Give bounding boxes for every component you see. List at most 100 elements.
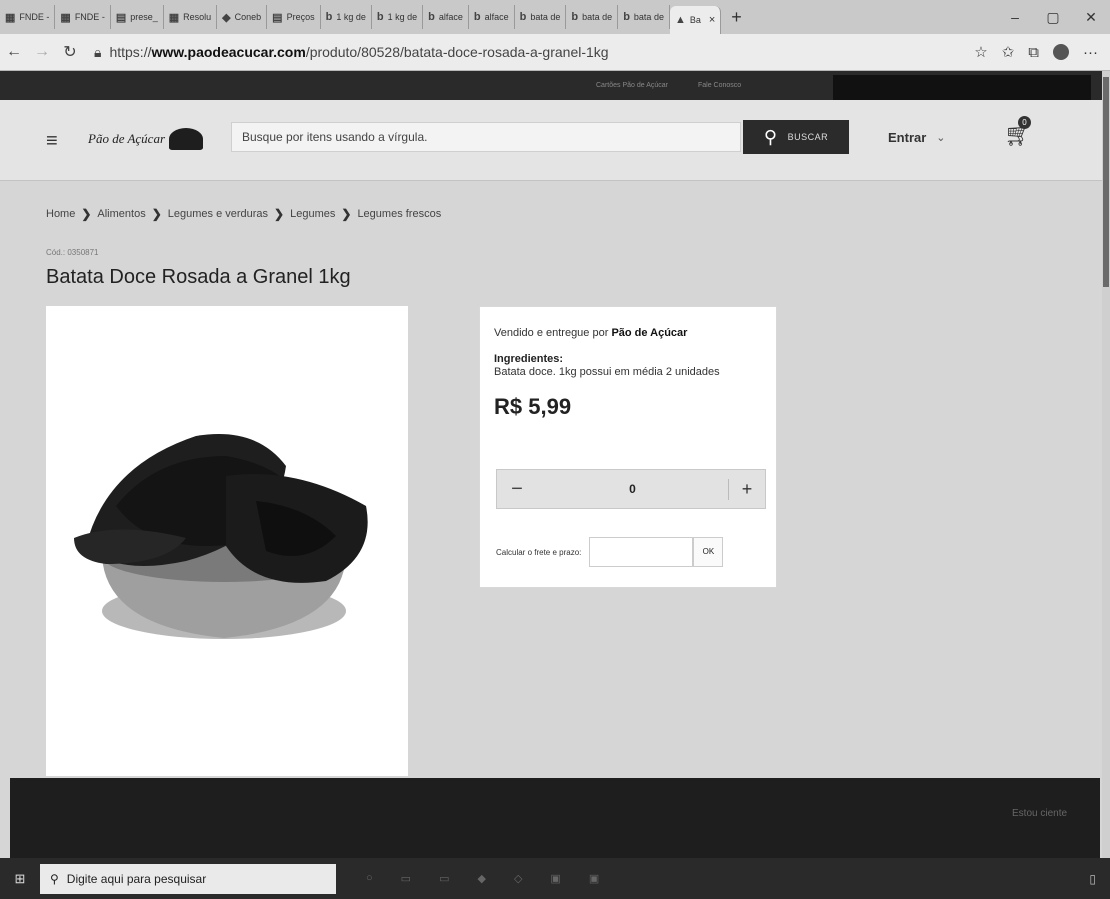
seller-info: Vendido e entregue por Pão de Açúcar <box>494 327 688 339</box>
favorites-icon[interactable]: ✩ <box>1002 43 1015 61</box>
browser-tab[interactable]: ▤ Preços <box>267 5 321 29</box>
product-code: Cód.: 0350871 <box>46 248 99 257</box>
url-host: www.paodeacucar.com <box>151 44 306 60</box>
browser-tab[interactable]: b bata de <box>566 5 619 29</box>
close-icon[interactable]: × <box>709 14 715 26</box>
bing-icon: b <box>376 11 384 23</box>
scrollbar[interactable] <box>1102 71 1110 858</box>
taskbar-search-input[interactable]: ⚲ Digite aqui para pesquisar <box>40 863 336 894</box>
ingredients-text: Batata doce. 1kg possui em média 2 unida… <box>494 366 720 378</box>
bing-icon: b <box>571 11 579 23</box>
site-top-bar: Cartões Pão de Açúcar Fale Conosco <box>0 71 1110 109</box>
tab-label: 1 kg de <box>336 12 366 22</box>
taskbar-app-icon[interactable]: ▭ <box>401 872 411 885</box>
search-input[interactable]: Busque por itens usando a vírgula. <box>231 122 741 152</box>
top-link-cartoes[interactable]: Cartões Pão de Açúcar <box>596 82 668 89</box>
minimize-icon[interactable]: – <box>996 9 1034 26</box>
address-bar-row: ← → ↻ 🔒︎ https://www.paodeacucar.com/pro… <box>0 34 1110 71</box>
refresh-icon[interactable]: ↻ <box>56 42 84 62</box>
browser-tab[interactable]: b bata de <box>618 5 670 29</box>
fnde-icon: ▦ <box>60 11 71 24</box>
breadcrumb-alimentos[interactable]: Alimentos <box>97 208 145 220</box>
quantity-value[interactable]: 0 <box>537 482 728 496</box>
browser-tab[interactable]: b alface <box>423 5 469 29</box>
profile-avatar[interactable] <box>1053 44 1069 60</box>
back-arrow-icon[interactable]: ← <box>0 43 28 61</box>
ingredients-title: Ingredientes: <box>494 353 564 365</box>
lock-icon: 🔒︎ <box>94 43 102 60</box>
tab-label: Preços <box>286 12 315 22</box>
taskbar-app-icon[interactable]: ◆ <box>477 872 485 885</box>
breadcrumb-legumes-frescos[interactable]: Legumes frescos <box>357 208 441 220</box>
browser-tab[interactable]: ▦ Resolu <box>164 5 218 29</box>
forward-arrow-icon[interactable]: → <box>28 43 56 61</box>
sweet-potato-bowl-image <box>74 434 368 639</box>
shipping-ok-button[interactable]: OK <box>693 537 724 567</box>
breadcrumb-home[interactable]: Home <box>46 208 75 220</box>
tab-label: Ba <box>689 15 701 25</box>
tab-label: bata de <box>582 12 613 22</box>
product-image[interactable] <box>46 306 408 776</box>
search-button[interactable]: ⚲ BUSCAR <box>743 120 849 154</box>
decrease-quantity-button[interactable]: − <box>497 478 537 501</box>
chevron-right-icon: ❯ <box>151 207 162 221</box>
paodeacucar-favicon-icon: ▲ <box>674 14 686 26</box>
browser-tabstrip: ▦ FNDE - ▦ FNDE - ▤ prese_ ▦ Resolu ◆ Coneb ▤ Preço… <box>0 0 1110 34</box>
tab-label: bata de <box>633 12 664 22</box>
cookie-accept-button[interactable]: Estou ciente <box>1012 808 1067 819</box>
url-prefix: https:// <box>109 44 152 60</box>
tab-label: alface <box>438 12 463 22</box>
taskbar-app-icon[interactable]: ▣ <box>550 872 560 885</box>
favorite-star-icon[interactable]: ☆ <box>974 43 987 61</box>
browser-tab[interactable]: b1 kg de <box>372 5 424 29</box>
task-view-icon[interactable]: ○ <box>366 872 373 885</box>
browser-tab[interactable]: b bata de <box>515 5 567 29</box>
browser-tab[interactable]: ◆ Coneb <box>217 5 268 29</box>
seller-name: Pão de Açúcar <box>611 327 688 339</box>
scrollbar-thumb[interactable] <box>1103 77 1109 287</box>
maximize-icon[interactable]: ▢ <box>1034 9 1072 26</box>
logo-text: Pão de Açúcar <box>88 131 166 146</box>
browser-tab[interactable]: ▤ prese_ <box>111 5 164 29</box>
new-tab-button[interactable]: + <box>721 7 752 28</box>
site-header: ≡ Pão de Açúcar Busque por itens usando … <box>0 100 1110 181</box>
breadcrumb: Home ❯ Alimentos ❯ Legumes e verduras ❯ … <box>46 207 441 221</box>
increase-quantity-button[interactable]: + <box>728 478 765 500</box>
top-link-contato[interactable]: Fale Conosco <box>698 82 741 89</box>
url-field[interactable]: 🔒︎ https://www.paodeacucar.com/produto/8… <box>94 44 854 61</box>
breadcrumb-legumes-verduras[interactable]: Legumes e verduras <box>168 208 268 220</box>
cart-button[interactable]: 🛒︎ 0 <box>1004 116 1032 148</box>
breadcrumb-legumes[interactable]: Legumes <box>290 208 335 220</box>
tab-label: Resolu <box>183 12 212 22</box>
login-button[interactable]: Entrar ⌄ <box>888 130 946 145</box>
cep-input[interactable] <box>589 537 694 567</box>
tab-label: alface <box>484 12 509 22</box>
quantity-stepper: − 0 + <box>496 469 766 509</box>
tab-label: bata de <box>530 12 561 22</box>
browser-tab[interactable]: b alface <box>469 5 515 29</box>
fnde-icon: ▦ <box>168 11 180 24</box>
bing-icon: b <box>473 11 481 23</box>
collections-icon[interactable]: ⧉ <box>1028 44 1039 61</box>
taskbar-app-icon[interactable]: ▣ <box>589 872 599 885</box>
browser-tab[interactable]: ▦ FNDE - <box>0 5 56 29</box>
more-options-icon[interactable]: ··· <box>1083 44 1098 61</box>
browser-tab[interactable]: ▦ FNDE - <box>55 5 111 29</box>
tab-label: 1 kg de <box>387 12 418 22</box>
search-icon: ⚲ <box>50 871 59 886</box>
menu-icon[interactable]: ≡ <box>46 130 58 153</box>
notification-icon[interactable]: ▯ <box>1089 872 1110 886</box>
windows-start-icon[interactable]: ⊞ <box>0 871 40 887</box>
site-logo[interactable]: Pão de Açúcar <box>88 128 204 150</box>
browser-tab[interactable]: b1 kg de <box>321 5 372 29</box>
tab-active[interactable]: ▲ Ba × <box>669 6 722 34</box>
close-window-icon[interactable]: ✕ <box>1072 9 1110 26</box>
product-price: R$ 5,99 <box>494 394 572 419</box>
fnde-icon: ▦ <box>5 11 16 24</box>
taskbar-app-icon[interactable]: ◇ <box>514 872 522 885</box>
chevron-right-icon: ❯ <box>341 207 352 221</box>
bing-icon: b <box>428 11 435 23</box>
bing-icon: b <box>623 11 630 23</box>
taskbar-app-icon[interactable]: ▭ <box>439 872 449 885</box>
logo-mark-icon <box>169 128 204 150</box>
